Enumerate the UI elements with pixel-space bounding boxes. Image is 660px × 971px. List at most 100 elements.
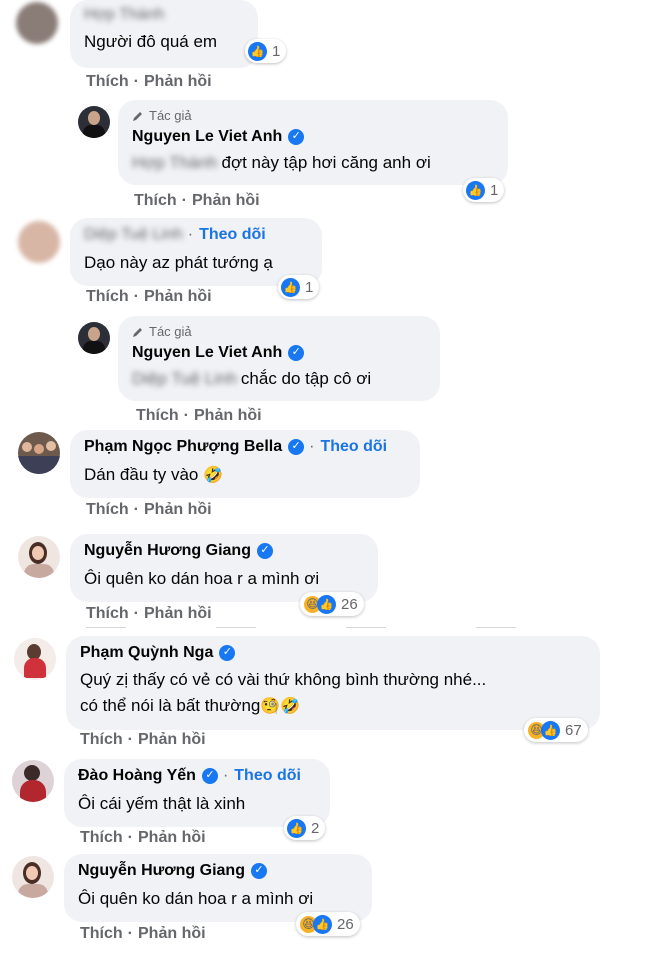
comment-actions: Thích · Phản hồi [80, 925, 206, 943]
comment-bubble: Phạm Ngọc Phượng Bella ✓ · Theo dõi Dán đầu… [70, 430, 420, 498]
like-button[interactable]: Thích [80, 731, 123, 748]
comment-bubble: Phạm Quỳnh Nga ✓ Quý zị thấy có vẻ có vài… [66, 636, 600, 730]
comment-text: Diệp Tuệ Linh chắc do tập cô ơi [132, 369, 372, 388]
like-reaction-icon: 👍 [281, 277, 300, 297]
reaction-count[interactable]: 👍 1 [463, 178, 505, 202]
commenter-name[interactable]: Nguyễn Hương Giang [84, 540, 251, 561]
verified-badge-icon: ✓ [256, 542, 273, 559]
like-button[interactable]: Thích [86, 605, 129, 622]
reaction-count[interactable]: 👍 1 [245, 39, 287, 63]
dot: · [133, 288, 139, 305]
commenter-name[interactable]: Nguyen Le Viet Anh [132, 126, 282, 147]
commenter-name[interactable]: Nguyen Le Viet Anh [132, 342, 282, 363]
commenter-name[interactable]: Nguyễn Hương Giang [78, 860, 245, 881]
comment-text: Dạo này az phát tướng ạ [84, 253, 273, 272]
reaction-count[interactable]: 👍 1 [278, 275, 320, 299]
dot: · [133, 605, 139, 622]
follow-button[interactable]: Theo dõi [234, 765, 301, 786]
comment-text-line2: có thể nói là bất thường🧐🤣 [80, 696, 301, 715]
like-reaction-icon: 👍 [541, 720, 560, 740]
like-button[interactable]: Thích [136, 407, 179, 424]
reply-button[interactable]: Phản hồi [192, 192, 260, 209]
comment-actions: Thích · Phản hồi [80, 731, 206, 749]
reply-button[interactable]: Phản hồi [138, 829, 206, 846]
avatar[interactable] [12, 760, 54, 802]
avatar[interactable] [12, 856, 54, 898]
reaction-count[interactable]: 😆 👍 67 [524, 718, 588, 742]
comment-actions: Thích · Phản hồi [86, 288, 212, 306]
like-reaction-icon: 👍 [287, 818, 306, 838]
like-reaction-icon: 👍 [317, 594, 336, 614]
verified-badge-icon: ✓ [219, 644, 236, 661]
divider [86, 627, 556, 628]
dot: · [183, 407, 189, 424]
author-tag: Tác giả [132, 324, 426, 340]
like-reaction-icon: 👍 [248, 41, 267, 61]
comment-actions: Thích · Phản hồi [86, 501, 212, 519]
comment-text: Quý zị thấy có vẻ có vài thứ không bình … [80, 670, 487, 689]
like-reaction-icon: 👍 [313, 914, 332, 934]
pen-icon [133, 112, 142, 121]
laughing-emoji-icon: 🤣 [203, 467, 224, 484]
mention[interactable]: Hợp Thành [132, 153, 218, 172]
reply-button[interactable]: Phản hồi [138, 731, 206, 748]
reply-button[interactable]: Phản hồi [138, 925, 206, 942]
avatar[interactable] [18, 221, 60, 263]
avatar[interactable] [14, 638, 56, 680]
reaction-count[interactable]: 😆 👍 26 [296, 912, 360, 936]
avatar[interactable] [16, 2, 58, 44]
verified-badge-icon: ✓ [288, 128, 305, 145]
comment-bubble: Hợp Thành Người đô quá em [70, 0, 258, 68]
verified-badge-icon: ✓ [288, 438, 305, 455]
reply-button[interactable]: Phản hồi [144, 288, 212, 305]
mention[interactable]: Diệp Tuệ Linh [132, 369, 237, 388]
comment-text: Người đô quá em [84, 32, 218, 51]
commenter-name[interactable]: Đào Hoàng Yến [78, 765, 196, 786]
reaction-count[interactable]: 👍 2 [284, 816, 326, 840]
verified-badge-icon: ✓ [288, 344, 305, 361]
like-button[interactable]: Thích [86, 501, 129, 518]
dot: · [127, 731, 133, 748]
like-button[interactable]: Thích [134, 192, 177, 209]
like-button[interactable]: Thích [80, 829, 123, 846]
follow-button[interactable]: Theo dõi [320, 436, 387, 457]
reply-button[interactable]: Phản hồi [194, 407, 262, 424]
reply-button[interactable]: Phản hồi [144, 605, 212, 622]
comment-actions: Thích · Phản hồi [86, 605, 212, 623]
comment-text: Dán đầu ty vào 🤣 [84, 465, 224, 484]
like-reaction-icon: 👍 [466, 180, 485, 200]
dot: · [133, 501, 139, 518]
reaction-count[interactable]: 😆 👍 26 [300, 592, 364, 616]
follow-button[interactable]: Theo dõi [199, 224, 266, 245]
commenter-name[interactable]: Diệp Tuệ Linh [84, 224, 183, 245]
commenter-name[interactable]: Phạm Quỳnh Nga [80, 642, 213, 663]
avatar[interactable] [18, 432, 60, 474]
comment-text: Ôi quên ko dán hoa r a mình ơi [84, 569, 320, 588]
dot: · [133, 73, 139, 90]
pen-icon [133, 328, 142, 337]
comment-actions: Thích · Phản hồi [80, 829, 206, 847]
verified-badge-icon: ✓ [250, 862, 267, 879]
comment-text: Hợp Thành đợt này tập hơi căng anh ơi [132, 153, 431, 172]
comment-text: Ôi quên ko dán hoa r a mình ơi [78, 889, 314, 908]
monocle-laughing-emoji-icon: 🧐🤣 [260, 698, 301, 715]
reply-button[interactable]: Phản hồi [144, 501, 212, 518]
comment-actions: Thích · Phản hồi [136, 407, 262, 425]
avatar[interactable] [78, 106, 110, 138]
comment-bubble: Tác giả Nguyen Le Viet Anh ✓ Diệp Tuệ Lin… [118, 316, 440, 401]
comment-actions: Thích · Phản hồi [134, 192, 260, 210]
dot: · [181, 192, 187, 209]
dot: · [127, 925, 133, 942]
dot: · [127, 829, 133, 846]
avatar[interactable] [78, 322, 110, 354]
reply-button[interactable]: Phản hồi [144, 73, 212, 90]
commenter-name[interactable]: Phạm Ngọc Phượng Bella [84, 436, 282, 457]
avatar[interactable] [18, 536, 60, 578]
comment-bubble: Tác giả Nguyen Le Viet Anh ✓ Hợp Thành đợt… [118, 100, 508, 185]
like-button[interactable]: Thích [80, 925, 123, 942]
like-button[interactable]: Thích [86, 288, 129, 305]
verified-badge-icon: ✓ [201, 767, 218, 784]
comment-text: Ôi cái yếm thật là xinh [78, 794, 246, 813]
commenter-name[interactable]: Hợp Thành [84, 4, 164, 25]
like-button[interactable]: Thích [86, 73, 129, 90]
